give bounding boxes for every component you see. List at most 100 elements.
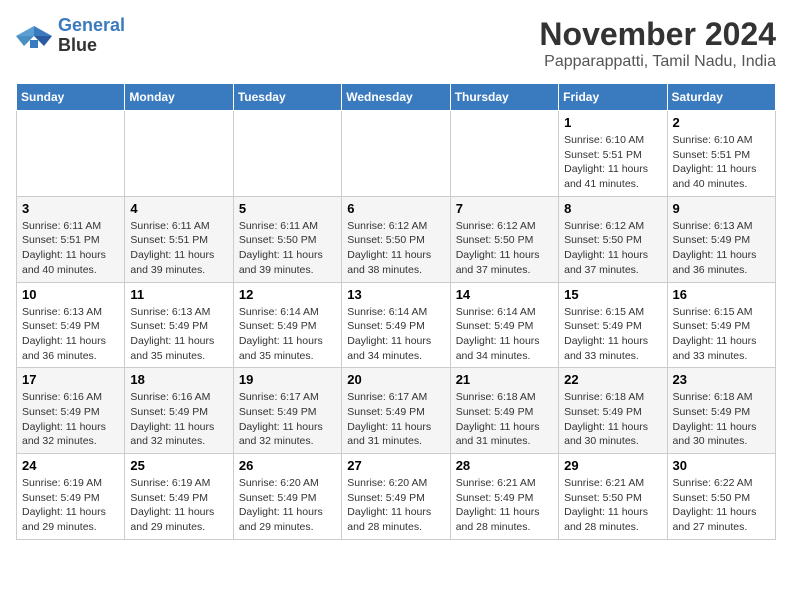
calendar-cell: 5 Sunrise: 6:11 AM Sunset: 5:50 PM Daylig… bbox=[233, 196, 341, 282]
day-info: Sunrise: 6:10 AM Sunset: 5:51 PM Dayligh… bbox=[564, 133, 661, 192]
day-info: Sunrise: 6:12 AM Sunset: 5:50 PM Dayligh… bbox=[347, 219, 444, 278]
calendar-title: November 2024 bbox=[539, 16, 776, 53]
calendar-table: SundayMondayTuesdayWednesdayThursdayFrid… bbox=[16, 83, 776, 540]
day-number: 18 bbox=[130, 372, 227, 387]
day-info: Sunrise: 6:17 AM Sunset: 5:49 PM Dayligh… bbox=[347, 390, 444, 449]
day-number: 10 bbox=[22, 287, 119, 302]
day-info: Sunrise: 6:19 AM Sunset: 5:49 PM Dayligh… bbox=[22, 476, 119, 535]
calendar-cell: 15 Sunrise: 6:15 AM Sunset: 5:49 PM Dayli… bbox=[559, 282, 667, 368]
calendar-cell: 14 Sunrise: 6:14 AM Sunset: 5:49 PM Dayli… bbox=[450, 282, 558, 368]
calendar-week-row: 24 Sunrise: 6:19 AM Sunset: 5:49 PM Dayli… bbox=[17, 454, 776, 540]
weekday-header: Saturday bbox=[667, 84, 775, 111]
day-info: Sunrise: 6:13 AM Sunset: 5:49 PM Dayligh… bbox=[22, 305, 119, 364]
day-number: 28 bbox=[456, 458, 553, 473]
day-number: 20 bbox=[347, 372, 444, 387]
calendar-cell: 6 Sunrise: 6:12 AM Sunset: 5:50 PM Daylig… bbox=[342, 196, 450, 282]
weekday-header: Sunday bbox=[17, 84, 125, 111]
day-info: Sunrise: 6:11 AM Sunset: 5:51 PM Dayligh… bbox=[22, 219, 119, 278]
page-header: General Blue November 2024 Papparappatti… bbox=[16, 16, 776, 71]
calendar-cell: 4 Sunrise: 6:11 AM Sunset: 5:51 PM Daylig… bbox=[125, 196, 233, 282]
day-number: 7 bbox=[456, 201, 553, 216]
calendar-cell: 3Sunrise: 6:11 AM Sunset: 5:51 PM Daylig… bbox=[17, 196, 125, 282]
day-number: 23 bbox=[673, 372, 770, 387]
day-number: 29 bbox=[564, 458, 661, 473]
day-info: Sunrise: 6:19 AM Sunset: 5:49 PM Dayligh… bbox=[130, 476, 227, 535]
day-number: 26 bbox=[239, 458, 336, 473]
day-number: 16 bbox=[673, 287, 770, 302]
calendar-subtitle: Papparappatti, Tamil Nadu, India bbox=[539, 53, 776, 71]
day-number: 27 bbox=[347, 458, 444, 473]
calendar-cell: 2 Sunrise: 6:10 AM Sunset: 5:51 PM Daylig… bbox=[667, 111, 775, 197]
calendar-week-row: 1 Sunrise: 6:10 AM Sunset: 5:51 PM Daylig… bbox=[17, 111, 776, 197]
day-number: 9 bbox=[673, 201, 770, 216]
day-number: 15 bbox=[564, 287, 661, 302]
logo-line2: Blue bbox=[58, 36, 125, 56]
day-number: 13 bbox=[347, 287, 444, 302]
calendar-cell bbox=[17, 111, 125, 197]
logo: General Blue bbox=[16, 16, 125, 56]
day-info: Sunrise: 6:15 AM Sunset: 5:49 PM Dayligh… bbox=[673, 305, 770, 364]
logo-line1: General bbox=[58, 15, 125, 35]
day-number: 11 bbox=[130, 287, 227, 302]
calendar-cell: 1 Sunrise: 6:10 AM Sunset: 5:51 PM Daylig… bbox=[559, 111, 667, 197]
logo-icon bbox=[16, 22, 52, 50]
day-number: 4 bbox=[130, 201, 227, 216]
day-info: Sunrise: 6:11 AM Sunset: 5:50 PM Dayligh… bbox=[239, 219, 336, 278]
calendar-cell: 20 Sunrise: 6:17 AM Sunset: 5:49 PM Dayli… bbox=[342, 368, 450, 454]
day-number: 8 bbox=[564, 201, 661, 216]
day-info: Sunrise: 6:18 AM Sunset: 5:49 PM Dayligh… bbox=[564, 390, 661, 449]
calendar-cell bbox=[233, 111, 341, 197]
calendar-cell: 11 Sunrise: 6:13 AM Sunset: 5:49 PM Dayli… bbox=[125, 282, 233, 368]
day-info: Sunrise: 6:18 AM Sunset: 5:49 PM Dayligh… bbox=[456, 390, 553, 449]
day-info: Sunrise: 6:13 AM Sunset: 5:49 PM Dayligh… bbox=[673, 219, 770, 278]
weekday-header: Monday bbox=[125, 84, 233, 111]
day-number: 1 bbox=[564, 115, 661, 130]
day-number: 14 bbox=[456, 287, 553, 302]
day-info: Sunrise: 6:11 AM Sunset: 5:51 PM Dayligh… bbox=[130, 219, 227, 278]
calendar-cell: 29Sunrise: 6:21 AM Sunset: 5:50 PM Dayli… bbox=[559, 454, 667, 540]
calendar-cell: 13 Sunrise: 6:14 AM Sunset: 5:49 PM Dayli… bbox=[342, 282, 450, 368]
calendar-cell bbox=[450, 111, 558, 197]
calendar-week-row: 10 Sunrise: 6:13 AM Sunset: 5:49 PM Dayli… bbox=[17, 282, 776, 368]
calendar-cell bbox=[125, 111, 233, 197]
calendar-cell: 26 Sunrise: 6:20 AM Sunset: 5:49 PM Dayli… bbox=[233, 454, 341, 540]
day-info: Sunrise: 6:18 AM Sunset: 5:49 PM Dayligh… bbox=[673, 390, 770, 449]
calendar-cell: 28Sunrise: 6:21 AM Sunset: 5:49 PM Dayli… bbox=[450, 454, 558, 540]
day-info: Sunrise: 6:12 AM Sunset: 5:50 PM Dayligh… bbox=[564, 219, 661, 278]
calendar-header: SundayMondayTuesdayWednesdayThursdayFrid… bbox=[17, 84, 776, 111]
day-info: Sunrise: 6:13 AM Sunset: 5:49 PM Dayligh… bbox=[130, 305, 227, 364]
calendar-cell: 19Sunrise: 6:17 AM Sunset: 5:49 PM Dayli… bbox=[233, 368, 341, 454]
day-number: 12 bbox=[239, 287, 336, 302]
calendar-cell: 22 Sunrise: 6:18 AM Sunset: 5:49 PM Dayli… bbox=[559, 368, 667, 454]
calendar-cell: 25Sunrise: 6:19 AM Sunset: 5:49 PM Dayli… bbox=[125, 454, 233, 540]
day-info: Sunrise: 6:20 AM Sunset: 5:49 PM Dayligh… bbox=[347, 476, 444, 535]
calendar-cell: 10 Sunrise: 6:13 AM Sunset: 5:49 PM Dayli… bbox=[17, 282, 125, 368]
weekday-header: Thursday bbox=[450, 84, 558, 111]
day-number: 5 bbox=[239, 201, 336, 216]
calendar-week-row: 3Sunrise: 6:11 AM Sunset: 5:51 PM Daylig… bbox=[17, 196, 776, 282]
day-info: Sunrise: 6:20 AM Sunset: 5:49 PM Dayligh… bbox=[239, 476, 336, 535]
calendar-cell: 18 Sunrise: 6:16 AM Sunset: 5:49 PM Dayli… bbox=[125, 368, 233, 454]
day-number: 2 bbox=[673, 115, 770, 130]
calendar-cell: 21 Sunrise: 6:18 AM Sunset: 5:49 PM Dayli… bbox=[450, 368, 558, 454]
day-info: Sunrise: 6:14 AM Sunset: 5:49 PM Dayligh… bbox=[456, 305, 553, 364]
calendar-cell: 24 Sunrise: 6:19 AM Sunset: 5:49 PM Dayli… bbox=[17, 454, 125, 540]
day-number: 30 bbox=[673, 458, 770, 473]
day-number: 22 bbox=[564, 372, 661, 387]
day-info: Sunrise: 6:10 AM Sunset: 5:51 PM Dayligh… bbox=[673, 133, 770, 192]
calendar-cell: 17Sunrise: 6:16 AM Sunset: 5:49 PM Dayli… bbox=[17, 368, 125, 454]
day-info: Sunrise: 6:15 AM Sunset: 5:49 PM Dayligh… bbox=[564, 305, 661, 364]
day-info: Sunrise: 6:14 AM Sunset: 5:49 PM Dayligh… bbox=[347, 305, 444, 364]
day-number: 6 bbox=[347, 201, 444, 216]
day-info: Sunrise: 6:14 AM Sunset: 5:49 PM Dayligh… bbox=[239, 305, 336, 364]
weekday-row: SundayMondayTuesdayWednesdayThursdayFrid… bbox=[17, 84, 776, 111]
day-number: 24 bbox=[22, 458, 119, 473]
calendar-cell: 30Sunrise: 6:22 AM Sunset: 5:50 PM Dayli… bbox=[667, 454, 775, 540]
day-info: Sunrise: 6:12 AM Sunset: 5:50 PM Dayligh… bbox=[456, 219, 553, 278]
calendar-cell: 16 Sunrise: 6:15 AM Sunset: 5:49 PM Dayli… bbox=[667, 282, 775, 368]
day-info: Sunrise: 6:16 AM Sunset: 5:49 PM Dayligh… bbox=[130, 390, 227, 449]
day-number: 21 bbox=[456, 372, 553, 387]
calendar-cell: 27 Sunrise: 6:20 AM Sunset: 5:49 PM Dayli… bbox=[342, 454, 450, 540]
calendar-body: 1 Sunrise: 6:10 AM Sunset: 5:51 PM Daylig… bbox=[17, 111, 776, 540]
weekday-header: Wednesday bbox=[342, 84, 450, 111]
